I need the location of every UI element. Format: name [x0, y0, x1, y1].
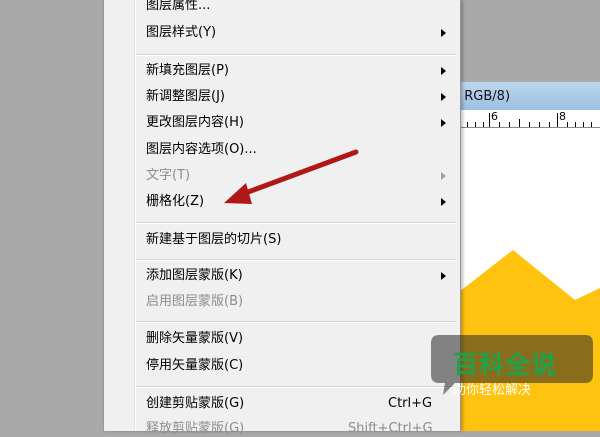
- ruler-tick: [575, 122, 576, 127]
- submenu-arrow-icon: [441, 29, 446, 37]
- watermark-logo: 百科全说 助你轻松解决: [425, 331, 600, 403]
- menu-item-disable-vector-mask[interactable]: 停用矢量蒙版(C): [146, 358, 243, 374]
- ruler-tick: [557, 113, 558, 127]
- menu-item-type: 文字(T): [146, 168, 191, 183]
- watermark-title: 百科全说: [453, 350, 558, 379]
- ruler-tick: [499, 122, 500, 127]
- menu-separator: [136, 259, 456, 261]
- ruler-tick: [591, 122, 592, 127]
- menu-item-delete-vector-mask[interactable]: 删除矢量蒙版(V): [146, 331, 243, 347]
- menu-separator: [136, 386, 456, 388]
- submenu-arrow-icon: [441, 93, 446, 101]
- ruler-tick: [583, 122, 584, 127]
- ruler-tick: [567, 122, 568, 127]
- ruler-label: 6: [491, 110, 498, 123]
- menu-item-add-layer-mask[interactable]: 添加图层蒙版(K): [146, 268, 243, 284]
- submenu-arrow-icon: [441, 119, 446, 127]
- ruler-tick: [529, 122, 530, 127]
- ruler-tick: [519, 119, 520, 127]
- menu-separator: [136, 321, 456, 323]
- menu-item-new-fill-layer[interactable]: 新填充图层(P): [146, 63, 229, 79]
- ruler-tick: [467, 122, 468, 127]
- menu-item-release-clipping-mask: 释放剪贴蒙版(G): [146, 421, 245, 436]
- layer-context-menu: 图层属性... 图层样式(Y) 新填充图层(P) 新调整图层(J) 更改图层内容…: [103, 0, 461, 436]
- shortcut-release-clipping-mask: Shift+Ctrl+G: [348, 421, 433, 436]
- ruler-tick: [483, 122, 484, 127]
- ruler-tick: [549, 122, 550, 127]
- submenu-arrow-icon: [441, 172, 446, 180]
- menu-icon-gutter: [134, 0, 136, 431]
- submenu-arrow-icon: [441, 67, 446, 75]
- watermark-subtitle: 助你轻松解决: [453, 383, 532, 398]
- menu-separator: [136, 54, 456, 56]
- menu-item-layer-properties[interactable]: 图层属性...: [146, 0, 210, 14]
- menu-item-enable-layer-mask: 启用图层蒙版(B): [146, 294, 244, 309]
- menu-separator: [136, 222, 456, 224]
- submenu-arrow-icon: [441, 272, 446, 280]
- menu-item-layer-content-options[interactable]: 图层内容选项(O)...: [146, 142, 257, 158]
- document-title: , RGB/8): [456, 89, 511, 104]
- ruler-tick: [509, 122, 510, 127]
- menu-item-new-layer-based-slice[interactable]: 新建基于图层的切片(S): [146, 232, 281, 248]
- horizontal-ruler[interactable]: 6 8: [455, 110, 600, 128]
- ruler-tick: [489, 113, 490, 127]
- ruler-tick: [475, 122, 476, 127]
- menu-item-create-clipping-mask[interactable]: 创建剪贴蒙版(G): [146, 396, 244, 412]
- ruler-tick: [539, 122, 540, 127]
- submenu-arrow-icon: [441, 198, 446, 206]
- menu-item-change-layer-content[interactable]: 更改图层内容(H): [146, 115, 244, 131]
- menu-item-layer-style[interactable]: 图层样式(Y): [146, 25, 216, 41]
- ruler-label: 8: [559, 110, 566, 123]
- menu-item-rasterize[interactable]: 栅格化(Z): [146, 194, 204, 210]
- menu-item-new-adjustment-layer[interactable]: 新调整图层(J): [146, 89, 225, 105]
